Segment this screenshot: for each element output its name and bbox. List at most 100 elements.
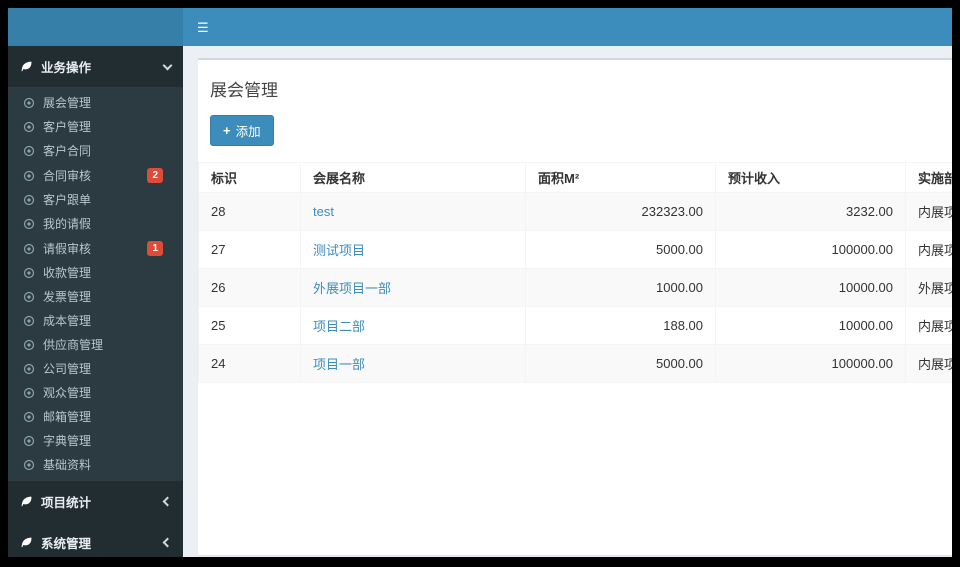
sidebar-item-cost-mgmt[interactable]: 成本管理 <box>8 309 183 333</box>
sidebar-item-dictionary-mgmt[interactable]: 字典管理 <box>8 429 183 453</box>
cell-income: 3232.00 <box>715 192 906 231</box>
sidebar-item-invoice-mgmt[interactable]: 发票管理 <box>8 285 183 309</box>
sidebar-item-my-leave[interactable]: 我的请假 <box>8 212 183 236</box>
dot-circle-icon <box>23 435 35 447</box>
sidebar: 业务操作 展会管理 客户管理 客户合同 合同审核 2 客户跟单 我的请假 请假审… <box>8 46 183 557</box>
sidebar-item-customer-followup[interactable]: 客户跟单 <box>8 188 183 212</box>
sidebar-item-label: 邮箱管理 <box>43 410 92 424</box>
sidebar-item-mailbox-mgmt[interactable]: 邮箱管理 <box>8 405 183 429</box>
cell-income: 10000.00 <box>715 268 906 307</box>
exhibition-link[interactable]: 测试项目 <box>300 230 526 269</box>
notification-badge: 1 <box>147 241 163 256</box>
sidebar-item-label: 客户合同 <box>43 144 92 158</box>
top-bar: ☰ <box>8 8 952 46</box>
dot-circle-icon <box>23 411 35 423</box>
content-box: 展会管理 + 添加 标识 会展名称 面积M² 预计收入 实施部门 <box>198 58 952 555</box>
sidebar-item-exhibition-mgmt[interactable]: 展会管理 <box>8 91 183 115</box>
sidebar-item-label: 供应商管理 <box>43 338 104 352</box>
sidebar-item-contract-review[interactable]: 合同审核 2 <box>8 163 183 188</box>
add-button[interactable]: + 添加 <box>210 115 274 146</box>
dot-circle-icon <box>23 121 35 133</box>
sidebar-submenu: 展会管理 客户管理 客户合同 合同审核 2 客户跟单 我的请假 请假审核 1 收… <box>8 87 183 481</box>
sidebar-item-basic-data[interactable]: 基础资料 <box>8 453 183 477</box>
cell-area: 5000.00 <box>525 230 716 269</box>
leaf-icon <box>20 536 33 549</box>
cell-income: 10000.00 <box>715 306 906 345</box>
sidebar-item-label: 客户管理 <box>43 120 92 134</box>
leaf-icon <box>20 495 33 508</box>
sidebar-toggle-icon[interactable]: ☰ <box>183 17 223 38</box>
table-header-row: 标识 会展名称 面积M² 预计收入 实施部门 <box>198 162 952 193</box>
logo-area <box>8 8 183 46</box>
sidebar-item-label: 字典管理 <box>43 434 92 448</box>
table-row: 27 测试项目 5000.00 100000.00 内展项目 <box>198 230 952 269</box>
exhibition-table: 标识 会展名称 面积M² 预计收入 实施部门 28 test 232323.00 <box>198 162 952 383</box>
table-row: 26 外展项目一部 1000.00 10000.00 外展项目 <box>198 268 952 307</box>
cell-area: 5000.00 <box>525 344 716 383</box>
page-title: 展会管理 <box>210 81 278 100</box>
sidebar-item-audience-mgmt[interactable]: 观众管理 <box>8 381 183 405</box>
leaf-icon <box>20 60 33 73</box>
sidebar-item-customer-contract[interactable]: 客户合同 <box>8 139 183 163</box>
sidebar-item-label: 展会管理 <box>43 96 92 110</box>
column-header-name: 会展名称 <box>300 162 526 193</box>
chevron-left-icon <box>162 537 173 548</box>
sidebar-section-label: 项目统计 <box>41 496 92 510</box>
chevron-down-icon <box>162 60 173 70</box>
cell-dept: 外展项目 <box>905 268 952 307</box>
app-window: ☰ 业务操作 展会管理 客户管理 客户合同 合同审核 2 客户跟单 我的请假 请… <box>8 8 952 557</box>
table-row: 24 项目一部 5000.00 100000.00 内展项目 <box>198 344 952 383</box>
navbar: ☰ <box>183 8 952 46</box>
dot-circle-icon <box>23 339 35 351</box>
sidebar-item-label: 我的请假 <box>43 217 92 231</box>
dot-circle-icon <box>23 315 35 327</box>
cell-dept: 内展项目 <box>905 192 952 231</box>
exhibition-link[interactable]: 项目一部 <box>300 344 526 383</box>
dot-circle-icon <box>23 145 35 157</box>
sidebar-item-payment-mgmt[interactable]: 收款管理 <box>8 261 183 285</box>
dot-circle-icon <box>23 363 35 375</box>
dot-circle-icon <box>23 291 35 303</box>
cell-id: 26 <box>198 268 301 307</box>
chevron-left-icon <box>162 496 173 507</box>
sidebar-section-project-stats[interactable]: 项目统计 <box>8 481 183 522</box>
sidebar-item-label: 合同审核 <box>43 168 92 183</box>
sidebar-item-leave-review[interactable]: 请假审核 1 <box>8 236 183 261</box>
sidebar-section-system-mgmt[interactable]: 系统管理 <box>8 522 183 557</box>
cell-income: 100000.00 <box>715 230 906 269</box>
exhibition-link[interactable]: 项目二部 <box>300 306 526 345</box>
sidebar-item-label: 发票管理 <box>43 290 92 304</box>
cell-id: 27 <box>198 230 301 269</box>
exhibition-link[interactable]: test <box>300 192 526 231</box>
plus-icon: + <box>223 123 231 138</box>
table-row: 25 项目二部 188.00 10000.00 内展项目 <box>198 306 952 345</box>
dot-circle-icon <box>23 243 35 255</box>
cell-income: 100000.00 <box>715 344 906 383</box>
cell-dept: 内展项目 <box>905 230 952 269</box>
notification-badge: 2 <box>147 168 163 183</box>
sidebar-section-label: 系统管理 <box>41 537 92 551</box>
dot-circle-icon <box>23 97 35 109</box>
cell-dept: 内展项目 <box>905 306 952 345</box>
cell-id: 25 <box>198 306 301 345</box>
cell-dept: 内展项目 <box>905 344 952 383</box>
sidebar-section-business-ops[interactable]: 业务操作 <box>8 46 183 87</box>
sidebar-section-label: 业务操作 <box>41 61 92 75</box>
column-header-id: 标识 <box>198 162 301 193</box>
main-content: 展会管理 + 添加 标识 会展名称 面积M² 预计收入 实施部门 <box>183 46 952 557</box>
sidebar-item-customer-mgmt[interactable]: 客户管理 <box>8 115 183 139</box>
dot-circle-icon <box>23 218 35 230</box>
add-button-label: 添加 <box>235 125 261 139</box>
cell-area: 1000.00 <box>525 268 716 307</box>
sidebar-item-company-mgmt[interactable]: 公司管理 <box>8 357 183 381</box>
cell-area: 232323.00 <box>525 192 716 231</box>
dot-circle-icon <box>23 459 35 471</box>
sidebar-item-label: 公司管理 <box>43 362 92 376</box>
exhibition-link[interactable]: 外展项目一部 <box>300 268 526 307</box>
sidebar-item-label: 基础资料 <box>43 458 92 472</box>
sidebar-item-label: 成本管理 <box>43 314 92 328</box>
dot-circle-icon <box>23 387 35 399</box>
column-header-area: 面积M² <box>525 162 716 193</box>
sidebar-item-label: 请假审核 <box>43 241 92 256</box>
sidebar-item-supplier-mgmt[interactable]: 供应商管理 <box>8 333 183 357</box>
